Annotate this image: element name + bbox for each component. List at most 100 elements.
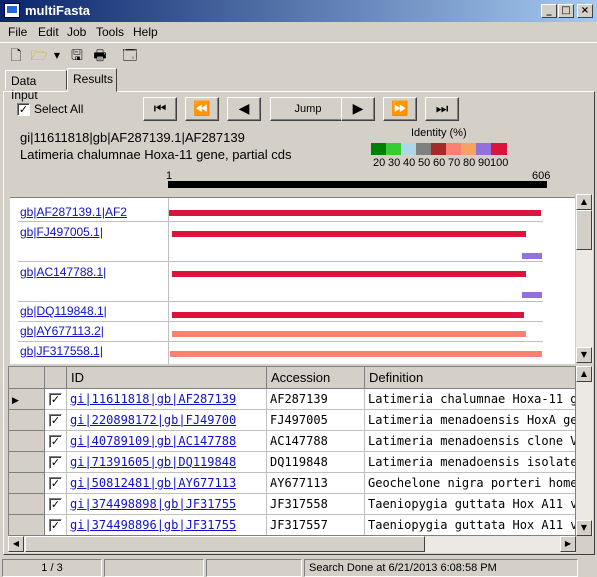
row-header[interactable] (9, 452, 45, 473)
hit-link[interactable]: gb|FJ497005.1| (20, 225, 103, 239)
row-check-cell[interactable]: ✓ (45, 515, 67, 535)
definition-cell: Latimeria menadoensis HoxA ge (365, 410, 575, 431)
row-header[interactable] (9, 494, 45, 515)
jump-button[interactable]: Jump (270, 97, 346, 121)
row-checkbox[interactable]: ✓ (49, 498, 62, 511)
hit-alignment-segment[interactable] (522, 292, 542, 298)
row-header[interactable]: ▶ (9, 389, 45, 410)
id-cell[interactable]: gi|374498898|gb|JF31755 (67, 494, 267, 515)
scroll-down-icon[interactable]: ▼ (576, 347, 592, 363)
id-cell[interactable]: gi|40789109|gb|AC147788 (67, 431, 267, 452)
tab-results[interactable]: Results (67, 68, 117, 92)
menu-file[interactable]: File (8, 25, 27, 39)
row-check-cell[interactable]: ✓ (45, 389, 67, 410)
graph-scrollbar[interactable]: ▲ ▼ (576, 194, 593, 363)
id-link[interactable]: gi|220898172|gb|FJ49700 (70, 413, 236, 427)
grid-scrollbar[interactable]: ▲ ▼ (576, 366, 593, 536)
menu-help[interactable]: Help (133, 25, 158, 39)
first-button[interactable]: ⏮ (143, 97, 177, 121)
dropdown-arrow-icon[interactable]: ▼ (52, 47, 62, 65)
menu-job[interactable]: Job (67, 25, 86, 39)
hit-alignment-bar[interactable] (172, 331, 526, 337)
tab-data-input[interactable]: Data Input (5, 70, 67, 102)
scroll-up-icon[interactable]: ▲ (576, 194, 592, 210)
column-header-accession[interactable]: Accession (267, 367, 365, 389)
menu-edit[interactable]: Edit (38, 25, 59, 39)
hit-link[interactable]: gb|AY677113.2| (20, 324, 104, 338)
id-link[interactable]: gi|374498896|gb|JF31755 (70, 518, 236, 532)
grid-scroll-up-icon[interactable]: ▲ (576, 366, 592, 382)
row-checkbox[interactable]: ✓ (49, 435, 62, 448)
row-header[interactable] (9, 431, 45, 452)
hit-alignment-bar[interactable] (172, 271, 526, 277)
id-link[interactable]: gi|40789109|gb|AC147788 (70, 434, 236, 448)
identity-swatch (371, 143, 387, 155)
current-row-indicator-icon: ▶ (12, 396, 19, 406)
column-header-id[interactable]: ID (67, 367, 267, 389)
row-header[interactable] (9, 515, 45, 535)
hit-link[interactable]: gb|JF317558.1| (20, 344, 103, 358)
menu-bar: File Edit Job Tools Help (0, 22, 597, 42)
hit-separator (18, 261, 543, 262)
id-cell[interactable]: gi|50812481|gb|AY677113 (67, 473, 267, 494)
resize-grip[interactable] (580, 559, 596, 577)
id-link[interactable]: gi|11611818|gb|AF287139 (70, 392, 236, 406)
id-link[interactable]: gi|374498898|gb|JF31755 (70, 497, 236, 511)
scroll-right-icon[interactable]: ▶ (560, 536, 576, 552)
grid-scroll-down-icon[interactable]: ▼ (576, 520, 592, 536)
window-title: multiFasta (25, 3, 91, 18)
hit-alignment-bar[interactable] (172, 312, 524, 318)
print-icon[interactable]: 🖶 (91, 47, 109, 65)
row-checkbox[interactable]: ✓ (49, 456, 62, 469)
id-cell[interactable]: gi|71391605|gb|DQ119848 (67, 452, 267, 473)
id-cell[interactable]: gi|11611818|gb|AF287139 (67, 389, 267, 410)
scroll-thumb[interactable] (576, 210, 592, 250)
fast-forward-button[interactable]: ⏩ (383, 97, 417, 121)
identity-swatch (386, 143, 402, 155)
new-file-icon[interactable]: 🗋 (7, 47, 25, 65)
hscroll-thumb[interactable] (25, 536, 425, 552)
scroll-left-icon[interactable]: ◀ (8, 536, 24, 552)
hit-alignment-segment[interactable] (522, 253, 542, 259)
window-icon[interactable]: 🗔 (121, 47, 139, 65)
forward-button[interactable]: ▶ (341, 97, 375, 121)
select-all-checkbox[interactable]: ✓ (17, 103, 30, 116)
row-check-cell[interactable]: ✓ (45, 431, 67, 452)
maximize-button[interactable]: □ (558, 4, 574, 18)
save-icon[interactable]: 🖫 (68, 47, 86, 65)
row-check-cell[interactable]: ✓ (45, 494, 67, 515)
identity-swatch-label: 60 (433, 157, 446, 169)
close-button[interactable]: × (577, 4, 593, 18)
menu-tools[interactable]: Tools (96, 25, 124, 39)
row-checkbox[interactable]: ✓ (49, 519, 62, 532)
id-link[interactable]: gi|50812481|gb|AY677113 (70, 476, 236, 490)
open-folder-icon[interactable]: 🗁 (30, 47, 48, 65)
row-check-cell[interactable]: ✓ (45, 452, 67, 473)
hit-alignment-bar[interactable] (170, 351, 542, 357)
identity-swatch-label: 20 (373, 157, 386, 169)
row-checkbox[interactable]: ✓ (49, 393, 62, 406)
status-page: 1 / 3 (2, 559, 102, 577)
row-check-cell[interactable]: ✓ (45, 410, 67, 431)
last-button[interactable]: ⏭ (425, 97, 459, 121)
row-checkbox[interactable]: ✓ (49, 414, 62, 427)
row-header[interactable] (9, 473, 45, 494)
results-grid: ID Accession Definition ▶ ✓ gi|11611818|gb… (8, 366, 576, 536)
id-cell[interactable]: gi|374498896|gb|JF31755 (67, 515, 267, 535)
hit-alignment-bar[interactable] (169, 210, 541, 216)
id-link[interactable]: gi|71391605|gb|DQ119848 (70, 455, 236, 469)
back-button[interactable]: ◀ (227, 97, 261, 121)
row-checkbox[interactable]: ✓ (49, 477, 62, 490)
row-header[interactable] (9, 410, 45, 431)
column-header-definition[interactable]: Definition (365, 367, 575, 389)
minimize-button[interactable]: _ (541, 4, 557, 18)
hit-link[interactable]: gb|AF287139.1|AF2 (20, 205, 127, 219)
hit-alignment-bar[interactable] (172, 231, 526, 237)
grid-hscrollbar[interactable]: ◀ ▶ (8, 536, 576, 553)
row-check-cell[interactable]: ✓ (45, 473, 67, 494)
hit-link[interactable]: gb|AC147788.1| (20, 265, 106, 279)
id-cell[interactable]: gi|220898172|gb|FJ49700 (67, 410, 267, 431)
identity-swatch-label: 30 (388, 157, 401, 169)
fast-back-button[interactable]: ⏪ (185, 97, 219, 121)
hit-link[interactable]: gb|DQ119848.1| (20, 304, 107, 318)
